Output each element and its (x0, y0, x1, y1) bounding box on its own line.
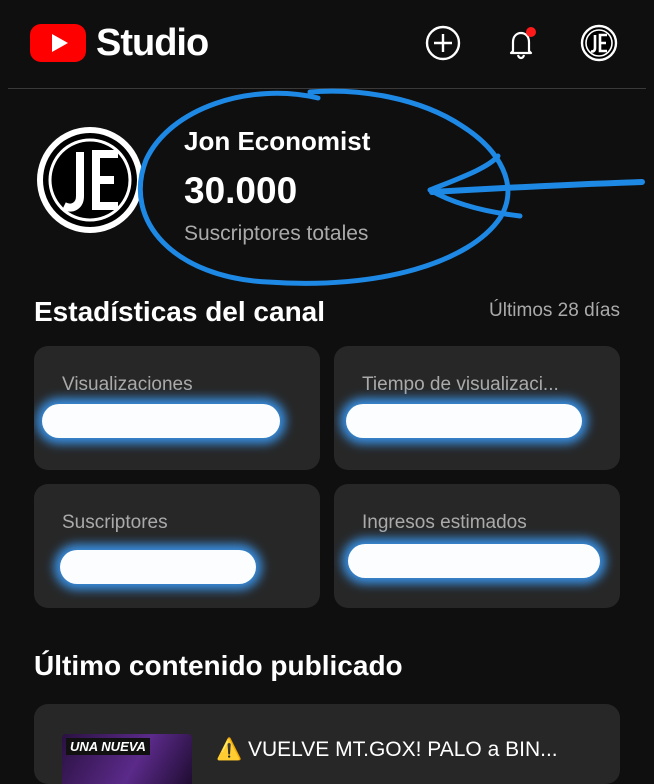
stat-card-subscribers[interactable]: Suscriptores (34, 484, 320, 608)
latest-content-title: Último contenido publicado (34, 650, 403, 681)
stats-section-title: Estadísticas del canal (34, 296, 326, 327)
plus-circle-icon (425, 25, 461, 61)
stat-card-watch-time[interactable]: Tiempo de visualizaci... (334, 346, 620, 470)
channel-name: Jon Economist (184, 126, 371, 156)
app-header: Studio (0, 0, 654, 86)
channel-avatar[interactable] (36, 126, 144, 234)
notification-dot (526, 27, 536, 37)
redacted-value (42, 404, 280, 438)
bell-icon (509, 27, 536, 60)
studio-logo[interactable]: Studio (30, 22, 209, 64)
account-avatar-button[interactable] (580, 24, 618, 62)
create-button[interactable] (424, 24, 462, 62)
stat-card-label: Ingresos estimados (362, 512, 527, 533)
stat-card-label: Tiempo de visualizaci... (362, 374, 559, 395)
redacted-value (60, 550, 256, 584)
latest-content-item[interactable]: UNA NUEVA ⚠️ VUELVE MT.GOX! PALO a BIN..… (34, 704, 620, 784)
notifications-button[interactable] (502, 24, 540, 62)
youtube-logo-icon (30, 24, 86, 62)
video-thumbnail[interactable]: UNA NUEVA (62, 734, 192, 784)
app-name: Studio (96, 22, 209, 64)
stat-card-views[interactable]: Visualizaciones (34, 346, 320, 470)
avatar (580, 24, 618, 62)
thumbnail-text: UNA NUEVA (66, 738, 150, 755)
stats-period[interactable]: Últimos 28 días (489, 300, 620, 322)
stat-card-label: Suscriptores (62, 512, 168, 533)
header-divider (8, 88, 646, 89)
redacted-value (346, 404, 582, 438)
stat-card-label: Visualizaciones (62, 374, 193, 395)
subscriber-label: Suscriptores totales (184, 222, 369, 245)
stat-card-revenue[interactable]: Ingresos estimados (334, 484, 620, 608)
redacted-value (348, 544, 600, 578)
video-title: ⚠️ VUELVE MT.GOX! PALO a BIN... (216, 738, 558, 761)
subscriber-count: 30.000 (184, 170, 298, 211)
